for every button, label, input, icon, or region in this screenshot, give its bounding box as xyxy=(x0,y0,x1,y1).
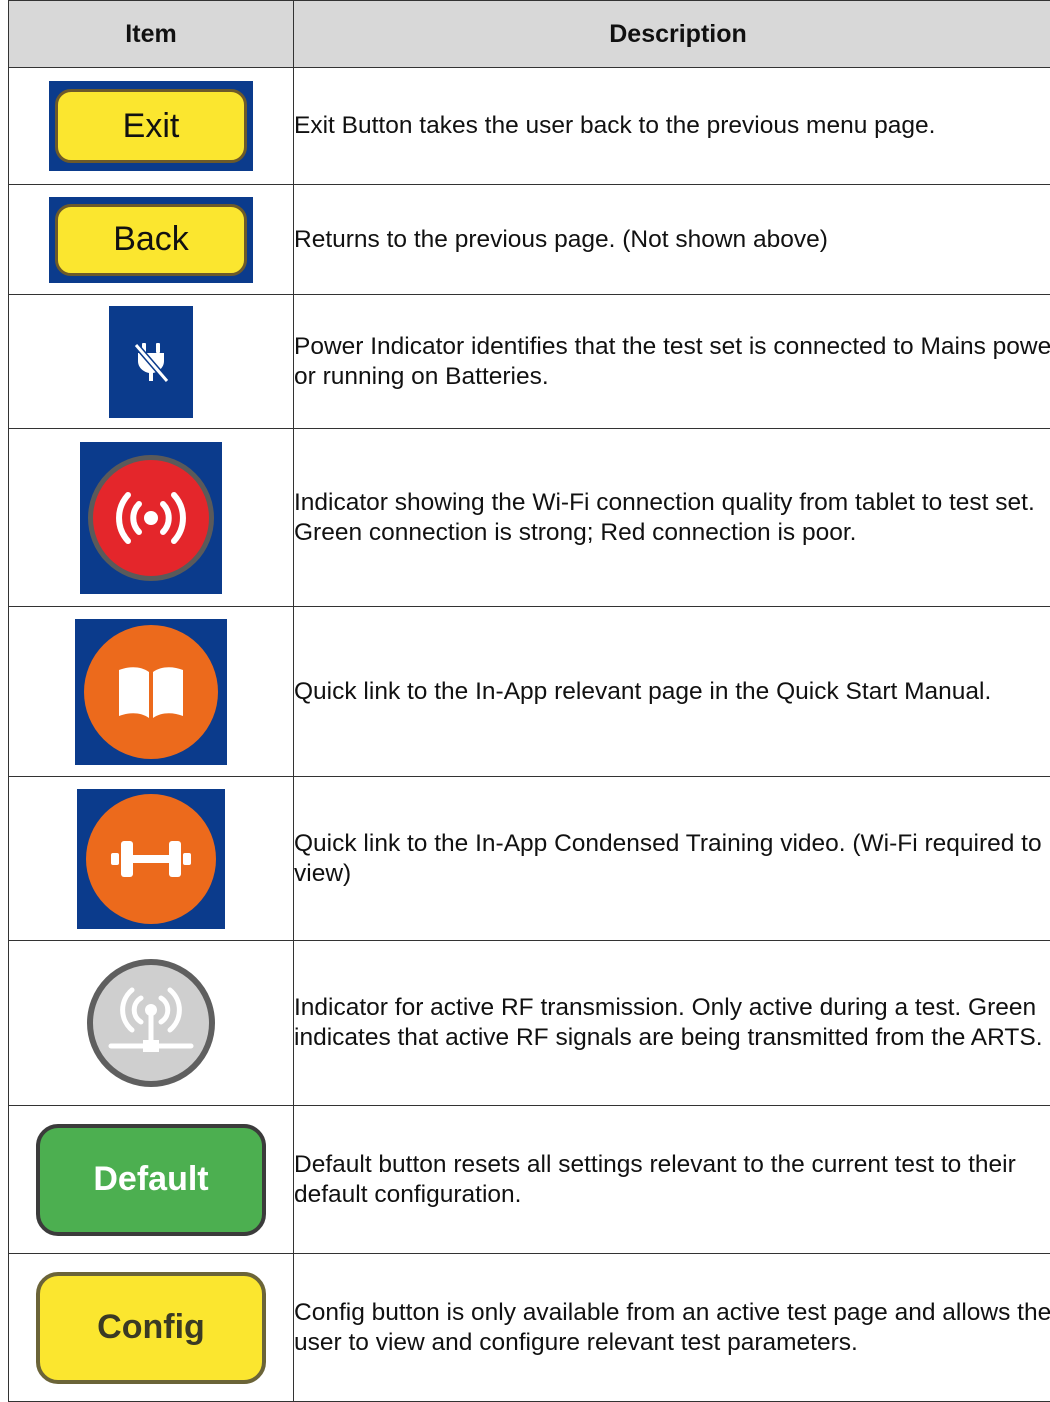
legend-table: Item Description Exit Exit Button takes … xyxy=(8,0,1050,1402)
description-text: Exit Button takes the user back to the p… xyxy=(294,111,1050,141)
description-cell: Returns to the previous page. (Not shown… xyxy=(294,185,1050,295)
description-cell: Quick link to the In-App relevant page i… xyxy=(294,607,1050,777)
manual-link-button[interactable] xyxy=(84,625,218,759)
wifi-signal-icon xyxy=(109,490,193,546)
item-cell xyxy=(9,941,294,1106)
manual-link-frame xyxy=(75,619,227,765)
config-button[interactable]: Config xyxy=(36,1272,266,1384)
wifi-indicator-frame xyxy=(80,442,222,594)
description-cell: Exit Button takes the user back to the p… xyxy=(294,68,1050,185)
table-row: Config Config button is only available f… xyxy=(9,1254,1050,1402)
training-link-frame xyxy=(77,789,225,929)
item-cell: Default xyxy=(9,1106,294,1254)
header-item: Item xyxy=(9,1,294,68)
description-cell: Config button is only available from an … xyxy=(294,1254,1050,1402)
exit-button[interactable]: Exit xyxy=(55,89,247,163)
dumbbell-icon xyxy=(109,837,193,881)
item-cell xyxy=(9,429,294,607)
wifi-indicator[interactable] xyxy=(88,455,214,581)
description-cell: Power Indicator identifies that the test… xyxy=(294,295,1050,429)
item-cell: Exit xyxy=(9,68,294,185)
table-row: Quick link to the In-App relevant page i… xyxy=(9,607,1050,777)
table-row: Default Default button resets all settin… xyxy=(9,1106,1050,1254)
description-text: Config button is only available from an … xyxy=(294,1298,1050,1358)
header-description: Description xyxy=(294,1,1050,68)
power-indicator[interactable] xyxy=(109,306,193,418)
back-button-label: Back xyxy=(113,220,189,259)
description-cell: Default button resets all settings relev… xyxy=(294,1106,1050,1254)
rf-indicator[interactable] xyxy=(87,959,215,1087)
table-row: Back Returns to the previous page. (Not … xyxy=(9,185,1050,295)
exit-button-frame: Exit xyxy=(49,81,253,171)
back-button-frame: Back xyxy=(49,197,253,283)
table-row: Exit Exit Button takes the user back to … xyxy=(9,68,1050,185)
table-row: Indicator for active RF transmission. On… xyxy=(9,941,1050,1106)
header-row: Item Description xyxy=(9,1,1050,68)
item-cell xyxy=(9,607,294,777)
default-button-label: Default xyxy=(93,1160,208,1199)
table-row: Quick link to the In-App Condensed Train… xyxy=(9,777,1050,941)
description-cell: Indicator for active RF transmission. On… xyxy=(294,941,1050,1106)
description-text: Returns to the previous page. (Not shown… xyxy=(294,225,1050,255)
description-text: Indicator for active RF transmission. On… xyxy=(294,993,1050,1053)
training-link-button[interactable] xyxy=(86,794,216,924)
description-text: Indicator showing the Wi-Fi connection q… xyxy=(294,488,1050,548)
back-button[interactable]: Back xyxy=(55,204,247,276)
table-row: Power Indicator identifies that the test… xyxy=(9,295,1050,429)
description-text: Quick link to the In-App relevant page i… xyxy=(294,677,1050,707)
item-cell xyxy=(9,295,294,429)
default-button[interactable]: Default xyxy=(36,1124,266,1236)
description-text: Power Indicator identifies that the test… xyxy=(294,332,1050,392)
item-cell: Config xyxy=(9,1254,294,1402)
description-text: Default button resets all settings relev… xyxy=(294,1150,1050,1210)
rf-antenna-icon xyxy=(103,980,199,1066)
description-text: Quick link to the In-App Condensed Train… xyxy=(294,829,1050,889)
table-row: Indicator showing the Wi-Fi connection q… xyxy=(9,429,1050,607)
book-icon xyxy=(115,664,187,720)
config-button-label: Config xyxy=(97,1308,205,1347)
exit-button-label: Exit xyxy=(123,107,180,146)
power-unplugged-icon xyxy=(131,339,171,385)
description-cell: Indicator showing the Wi-Fi connection q… xyxy=(294,429,1050,607)
item-cell xyxy=(9,777,294,941)
description-cell: Quick link to the In-App Condensed Train… xyxy=(294,777,1050,941)
item-cell: Back xyxy=(9,185,294,295)
